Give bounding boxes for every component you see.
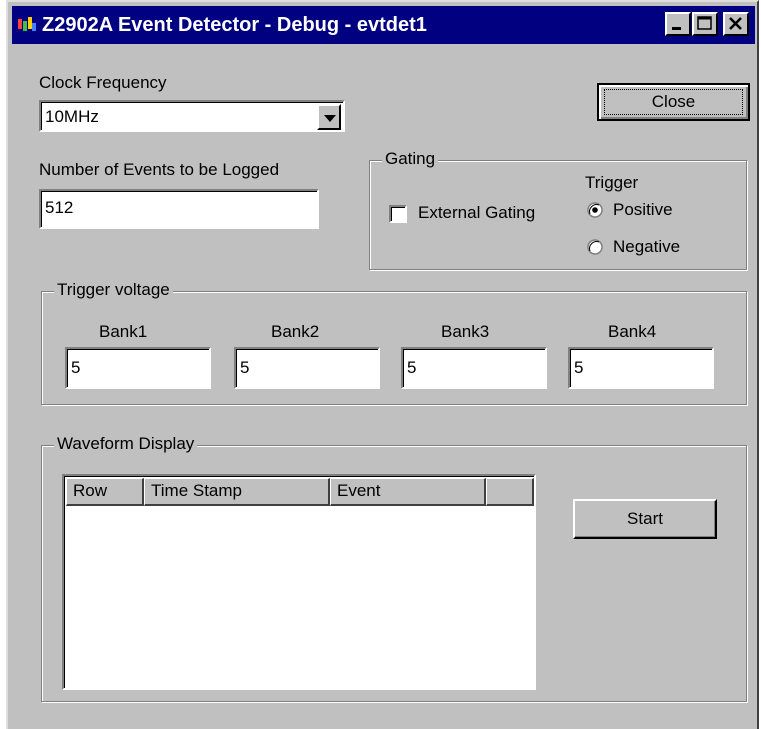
bank4-value: 5 — [574, 358, 584, 377]
event-detector-window: Z2902A Event Detector - Debug - evtdet1 … — [6, 0, 759, 729]
positive-label: Positive — [613, 200, 673, 219]
bank2-input[interactable]: 5 — [234, 347, 380, 389]
bank2-label: Bank2 — [271, 322, 320, 341]
close-window-button[interactable] — [723, 12, 749, 36]
chevron-down-icon[interactable] — [317, 104, 341, 130]
window-title: Z2902A Event Detector - Debug - evtdet1 — [42, 14, 427, 36]
column-header-event[interactable]: Event — [330, 478, 486, 506]
column-header-row[interactable]: Row — [66, 478, 144, 506]
external-gating-label: External Gating — [418, 203, 536, 222]
events-label: Number of Events to be Logged — [39, 160, 280, 179]
minimize-icon — [672, 27, 681, 30]
bank4-input[interactable]: 5 — [568, 347, 714, 389]
bank3-label: Bank3 — [441, 322, 490, 341]
column-header-time-stamp[interactable]: Time Stamp — [144, 478, 330, 506]
close-button[interactable]: Close — [597, 83, 750, 121]
external-gating-checkbox[interactable] — [389, 205, 407, 223]
maximize-button[interactable] — [692, 12, 718, 36]
close-button-label: Close — [651, 92, 696, 111]
events-input[interactable]: 512 — [39, 189, 319, 229]
bank1-value: 5 — [71, 358, 81, 377]
bank2-value: 5 — [240, 358, 250, 377]
trigger-label: Trigger — [585, 173, 639, 192]
bank1-input[interactable]: 5 — [65, 347, 211, 389]
waveform-display-title: Waveform Display — [54, 434, 198, 454]
gating-group: Gating External Gating Trigger Positive … — [369, 149, 747, 270]
app-icon — [18, 17, 36, 31]
bank3-input[interactable]: 5 — [401, 347, 547, 389]
clock-frequency-label: Clock Frequency — [39, 73, 167, 92]
bank3-value: 5 — [407, 358, 417, 377]
close-icon — [729, 17, 742, 30]
table-header: Row Time Stamp Event — [66, 478, 534, 506]
clock-frequency-value: 10MHz — [45, 107, 99, 126]
bank1-label: Bank1 — [99, 322, 148, 341]
events-value: 512 — [45, 198, 74, 217]
negative-radio[interactable] — [587, 239, 603, 255]
title-bar[interactable]: Z2902A Event Detector - Debug - evtdet1 — [12, 6, 755, 44]
maximize-icon — [697, 16, 712, 30]
positive-radio[interactable] — [587, 202, 603, 218]
minimize-button[interactable] — [665, 12, 691, 36]
trigger-voltage-group: Trigger voltage Bank1 5 Bank2 5 Bank3 5 … — [41, 280, 747, 405]
waveform-display-group: Waveform Display Row Time Stamp Event St… — [41, 434, 747, 702]
negative-label: Negative — [613, 237, 681, 256]
gating-title: Gating — [382, 149, 439, 169]
column-header-empty[interactable] — [486, 478, 534, 506]
event-log-table[interactable]: Row Time Stamp Event — [62, 474, 536, 690]
trigger-voltage-title: Trigger voltage — [54, 280, 173, 300]
bank4-label: Bank4 — [608, 322, 657, 341]
start-button-label: Start — [627, 509, 663, 528]
clock-frequency-dropdown[interactable]: 10MHz — [39, 100, 345, 132]
start-button[interactable]: Start — [573, 499, 717, 539]
